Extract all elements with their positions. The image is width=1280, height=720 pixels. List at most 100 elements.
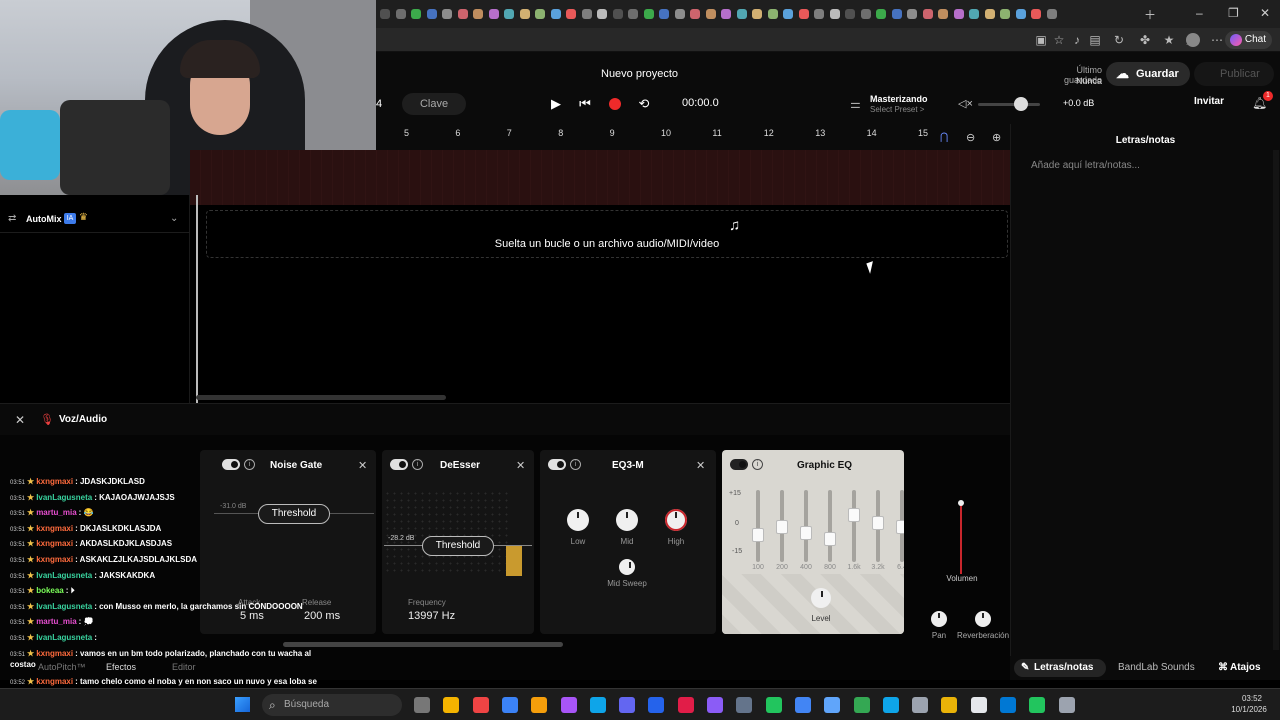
taskbar-app-icon[interactable] bbox=[472, 697, 489, 713]
close-icon[interactable]: ✕ bbox=[358, 459, 367, 472]
browser-tab[interactable] bbox=[612, 9, 623, 19]
pan-knob[interactable] bbox=[931, 611, 947, 627]
level-knob[interactable] bbox=[811, 588, 831, 608]
browser-tab[interactable] bbox=[922, 9, 933, 19]
browser-tab[interactable] bbox=[674, 9, 685, 19]
browser-tab[interactable] bbox=[876, 9, 886, 19]
zoom-in-icon[interactable]: ⊕ bbox=[992, 131, 1001, 144]
browser-tab[interactable] bbox=[860, 9, 871, 19]
browser-tab[interactable] bbox=[1031, 9, 1041, 19]
browser-tab[interactable] bbox=[752, 9, 762, 19]
chevron-down-icon[interactable]: ⌄ bbox=[170, 213, 178, 224]
lyrics-input[interactable]: Añade aquí letra/notas... bbox=[1031, 160, 1140, 171]
taskbar-app-icon[interactable] bbox=[1000, 697, 1016, 713]
rewind-icon[interactable]: ⏮ bbox=[577, 96, 593, 112]
copilot-chat-button[interactable]: Chat bbox=[1224, 31, 1272, 49]
browser-tab[interactable] bbox=[721, 9, 731, 19]
browser-tab[interactable] bbox=[659, 9, 669, 19]
browser-tab[interactable] bbox=[519, 9, 530, 19]
browser-tab[interactable] bbox=[535, 9, 545, 19]
taskbar-app-icon[interactable] bbox=[531, 697, 548, 713]
info-icon[interactable]: i bbox=[570, 459, 581, 470]
taskbar-search[interactable]: Búsqueda bbox=[262, 694, 402, 716]
eq-band-slider[interactable] bbox=[852, 490, 856, 562]
taskbar-app-icon[interactable] bbox=[589, 697, 606, 713]
invite-button[interactable]: Invitar bbox=[1194, 96, 1224, 107]
eq3-toggle[interactable] bbox=[548, 459, 566, 470]
taskbar-app-icon[interactable] bbox=[1029, 697, 1046, 713]
drop-zone[interactable]: ♫ Suelta un bucle o un archivo audio/MID… bbox=[206, 210, 1008, 258]
browser-tab[interactable] bbox=[457, 9, 468, 19]
speaker-mute-icon[interactable]: ◁× bbox=[958, 97, 973, 110]
browser-tab[interactable] bbox=[395, 9, 406, 19]
maximize-icon[interactable]: ❐ bbox=[1228, 6, 1239, 20]
puzzle-icon[interactable]: ✤ bbox=[1138, 33, 1152, 47]
low-knob[interactable] bbox=[567, 509, 589, 531]
play-icon[interactable]: ▶ bbox=[548, 96, 564, 112]
browser-tab[interactable] bbox=[814, 9, 824, 19]
zoom-out-icon[interactable]: ⊖ bbox=[966, 131, 975, 144]
browser-tab[interactable] bbox=[829, 9, 840, 19]
timeline-ruler[interactable]: ⋂ ⊖ ⊕ 5 6 7 8 9 10 11 12 13 14 15 bbox=[376, 124, 1010, 150]
eq-band-thumb[interactable] bbox=[896, 520, 904, 534]
eq-band-thumb[interactable] bbox=[872, 516, 884, 530]
browser-tab[interactable] bbox=[1015, 9, 1026, 19]
browser-tab[interactable] bbox=[504, 9, 514, 19]
mid-sweep-knob[interactable] bbox=[619, 559, 635, 575]
eq-band-thumb[interactable] bbox=[824, 532, 836, 546]
track-region[interactable] bbox=[190, 150, 1010, 205]
browser-tab[interactable] bbox=[953, 9, 964, 19]
browser-tab[interactable] bbox=[845, 9, 855, 19]
close-icon[interactable]: ✕ bbox=[696, 459, 705, 472]
lyrics-scrollbar[interactable] bbox=[1273, 150, 1279, 650]
info-icon[interactable]: i bbox=[244, 459, 255, 470]
reload-icon[interactable]: ↻ bbox=[1112, 33, 1126, 47]
browser-tab[interactable] bbox=[597, 9, 607, 19]
browser-tab[interactable] bbox=[643, 9, 654, 19]
browser-tab[interactable] bbox=[969, 9, 979, 19]
translate-icon[interactable]: ▣ bbox=[1034, 33, 1048, 47]
close-icon[interactable]: ✕ bbox=[516, 459, 525, 472]
extensions-icon[interactable]: ▤ bbox=[1088, 33, 1102, 47]
eq-band-thumb[interactable] bbox=[752, 528, 764, 542]
browser-tab[interactable] bbox=[767, 9, 778, 19]
favorites-icon[interactable]: ★ bbox=[1162, 33, 1176, 47]
browser-tab[interactable] bbox=[488, 9, 499, 19]
profile-avatar[interactable] bbox=[1186, 33, 1200, 47]
eq-band-thumb[interactable] bbox=[776, 520, 788, 534]
volume-fader-thumb[interactable] bbox=[958, 500, 964, 506]
browser-tab[interactable] bbox=[550, 9, 561, 19]
automix-row[interactable]: ⇄ AutoMix IA ♛ ⌄ bbox=[0, 207, 190, 233]
browser-tab[interactable] bbox=[442, 9, 452, 19]
browser-tab[interactable] bbox=[798, 9, 809, 19]
graphic-eq-toggle[interactable] bbox=[730, 459, 748, 470]
master-volume-knob[interactable] bbox=[1014, 97, 1028, 111]
taskbar-app-icon[interactable] bbox=[677, 697, 694, 713]
taskbar-app-icon[interactable] bbox=[765, 697, 782, 713]
browser-tab[interactable] bbox=[628, 9, 638, 19]
browser-tab[interactable] bbox=[1046, 9, 1057, 19]
noise-gate-toggle[interactable] bbox=[222, 459, 240, 470]
menu-icon[interactable]: ⋯ bbox=[1210, 33, 1224, 47]
taskbar-date[interactable]: 10/1/2026 bbox=[1224, 705, 1274, 714]
taskbar-app-icon[interactable] bbox=[707, 697, 723, 713]
browser-tab[interactable] bbox=[736, 9, 747, 19]
playhead[interactable] bbox=[196, 195, 198, 403]
browser-tab[interactable] bbox=[581, 9, 592, 19]
mid-knob[interactable] bbox=[616, 509, 638, 531]
browser-tab[interactable] bbox=[380, 9, 390, 19]
taskbar-app-icon[interactable] bbox=[882, 697, 899, 713]
browser-tab[interactable] bbox=[473, 9, 483, 19]
deesser-threshold-pill[interactable]: Threshold bbox=[422, 536, 494, 556]
taskbar-app-icon[interactable] bbox=[1058, 697, 1075, 713]
key-button[interactable]: Clave bbox=[402, 93, 466, 115]
save-button[interactable]: Guardar bbox=[1106, 62, 1190, 86]
tab-shortcuts[interactable]: ⌘ Atajos bbox=[1216, 659, 1276, 677]
taskbar-app-icon[interactable] bbox=[794, 697, 811, 713]
master-volume-slider[interactable] bbox=[978, 103, 1040, 106]
browser-tab[interactable] bbox=[984, 9, 995, 19]
browser-tab[interactable] bbox=[411, 9, 421, 19]
deesser-toggle[interactable] bbox=[390, 459, 408, 470]
frequency-value[interactable]: 13997 Hz bbox=[408, 610, 455, 622]
bookmark-star-icon[interactable]: ☆ bbox=[1052, 33, 1066, 47]
